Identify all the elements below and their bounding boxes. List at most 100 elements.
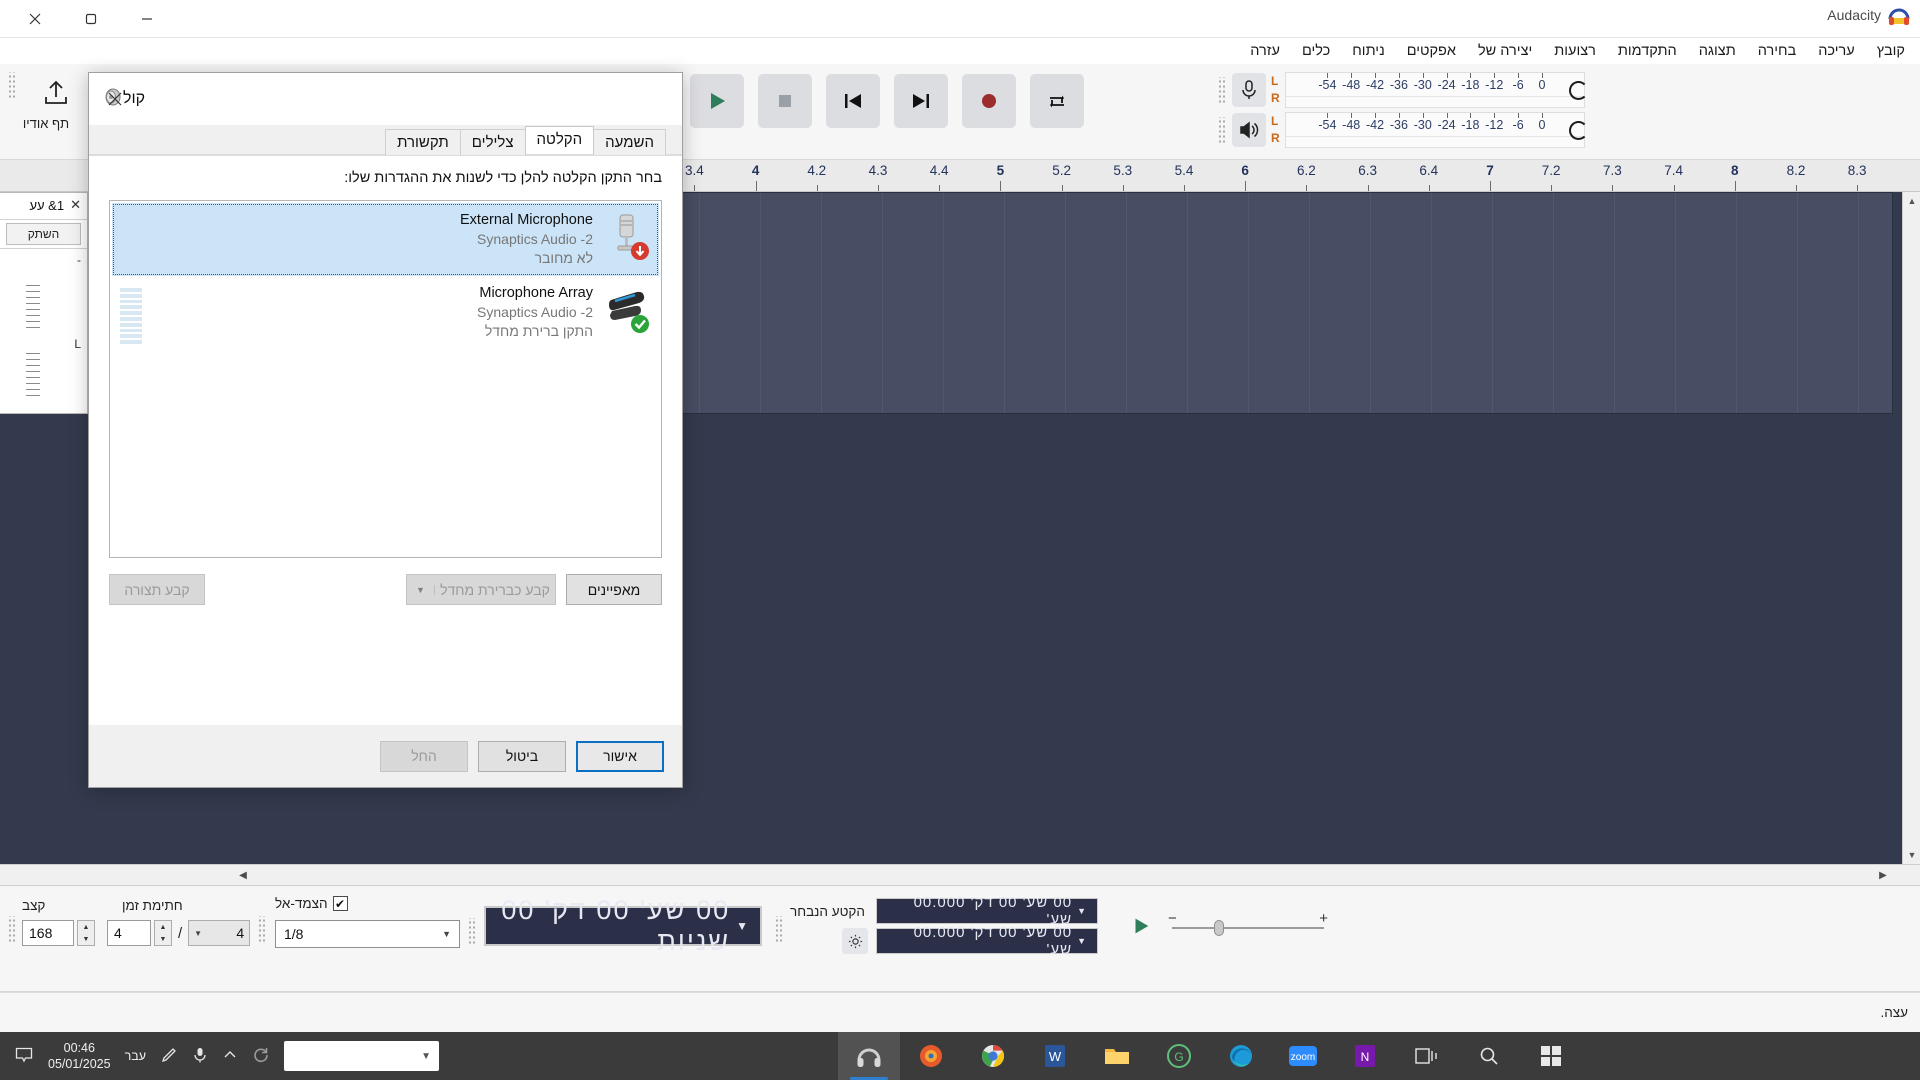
tab-playback[interactable]: השמעה [593,129,666,155]
device-level-meter [120,288,142,344]
device-prompt: בחר התקן הקלטה להלן כדי לשנות את ההגדרות… [344,170,662,186]
menu-tools[interactable]: כלים [1291,41,1341,61]
language-indicator[interactable]: עבר [125,1049,146,1063]
menu-edit[interactable]: עריכה [1807,41,1865,61]
taskbar-taskview[interactable] [1396,1032,1458,1080]
selection-start-display[interactable]: ▼ 00 שע' 00 דק' 00.000 שע' [876,894,1098,928]
time-signature-upper-stepper[interactable]: ▲ ▼ [154,920,172,946]
recording-device-list[interactable]: External Microphone Synaptics Audio -2 ל… [109,200,662,558]
device-list-item[interactable]: External Microphone Synaptics Audio -2 ל… [112,203,659,276]
loop-button[interactable] [1030,74,1084,128]
tab-recording[interactable]: הקלטה [524,126,595,154]
horizontal-scrollbar[interactable]: ◀ ▶ [0,864,1920,886]
taskbar-green-app[interactable]: G [1148,1032,1210,1080]
sound-dialog-close-button[interactable] [99,83,131,115]
selection-settings-button[interactable] [842,928,868,954]
stop-button[interactable] [758,74,812,128]
window-restore-button[interactable] [62,0,120,38]
play-at-speed-button[interactable] [1122,908,1160,944]
playback-meter-scale[interactable]: -54 -48 -42 -36 -30 -24 -18 -12 -6 0 [1284,112,1588,148]
playback-speed-thumb[interactable] [1214,920,1224,936]
tempo-input[interactable]: 168 [22,920,74,946]
recording-meter-knob[interactable] [1568,81,1588,100]
menu-view[interactable]: תצוגה [1688,41,1747,61]
pen-icon[interactable] [160,1046,178,1067]
properties-button[interactable]: מאפיינים [566,574,662,605]
audio-position-display[interactable]: ▼ 00 שע' 00 דק' 00 שניות [484,895,762,956]
scroll-left-icon[interactable]: ◀ [232,865,254,885]
taskbar-zoom[interactable]: zoom [1272,1032,1334,1080]
track-mute-button[interactable]: השתק [6,223,81,245]
snap-value-select[interactable]: 1/8 ▼ [275,920,460,948]
snap-value: 1/8 [284,926,304,942]
taskbar-clock[interactable]: 00:46 05/01/2025 [48,1040,111,1072]
notifications-icon[interactable] [14,1045,34,1068]
selection-toolbar-grip[interactable] [775,916,784,942]
scroll-right-icon[interactable]: ▶ [1872,865,1894,885]
taskbar-audacity[interactable] [838,1032,900,1080]
window-close-button[interactable] [6,0,64,38]
time-signature-upper-input[interactable]: 4 [107,920,151,946]
time-signature-lower-select[interactable]: ▼ 4 [188,920,251,946]
taskbar-onenote[interactable]: N [1334,1032,1396,1080]
menu-analyze[interactable]: ניתוח [1341,41,1395,61]
sound-dialog-footer: אישור ביטול החל [89,725,682,787]
window-minimize-button[interactable] [118,0,176,38]
recording-meter-scale[interactable]: -54 -48 -42 -36 -30 -24 -18 -12 -6 0 [1284,72,1588,108]
import-toolbar-grip[interactable] [8,72,17,98]
ruler-tick-label: 7.3 [1603,163,1622,178]
taskbar-search-box[interactable]: ▼ [284,1041,439,1071]
menu-generate[interactable]: יצירה של [1467,41,1543,61]
taskbar-edge[interactable] [1210,1032,1272,1080]
scroll-down-icon[interactable]: ▼ [1903,846,1920,864]
taskbar-explorer[interactable] [1086,1032,1148,1080]
taskbar-chrome[interactable] [962,1032,1024,1080]
menu-file[interactable]: קובץ [1866,41,1916,61]
playback-meter[interactable]: L R -54 -48 -42 -36 -30 -24 -18 -12 -6 0 [1218,112,1588,148]
tab-sounds[interactable]: צלילים [459,129,526,155]
playback-meter-grip[interactable] [1218,117,1227,143]
skip-to-end-button[interactable] [894,74,948,128]
show-hidden-icons-chevron-icon[interactable] [222,1049,238,1064]
playback-speed-slider[interactable]: − + [1168,910,1328,940]
vertical-scrollbar[interactable]: ▲ ▼ [1902,192,1920,864]
menu-transport[interactable]: התקדמות [1607,41,1688,61]
playback-meter-knob[interactable] [1568,121,1588,140]
meter-tick-label: -48 [1342,118,1361,132]
device-name: External Microphone [460,212,593,228]
tab-communications[interactable]: תקשורת [385,129,461,155]
recording-meter-grip[interactable] [1218,77,1227,103]
play-button[interactable] [690,74,744,128]
menu-select[interactable]: בחירה [1747,41,1808,61]
selection-end-display[interactable]: ▼ 00 שע' 00 דק' 00.000 שע' [876,924,1098,958]
menu-tracks[interactable]: רצועות [1543,41,1607,61]
refresh-icon[interactable] [252,1046,270,1067]
taskbar-firefox[interactable] [900,1032,962,1080]
recording-meter[interactable]: L R -54 -48 -42 -36 -30 -24 -18 -12 -6 0 [1218,72,1588,108]
ruler-tick-label: 6 [1241,163,1249,178]
snap-checkbox[interactable]: ✔ [332,896,348,911]
microphone-tray-icon[interactable] [192,1046,208,1067]
audio-position-grip[interactable] [468,918,477,944]
sound-dialog-body: בחר התקן הקלטה להלן כדי לשנות את ההגדרות… [89,155,682,755]
ruler-tick [1612,185,1614,191]
ruler-tick [1734,181,1736,191]
snap-toolbar-grip[interactable] [258,916,267,942]
device-list-item[interactable]: Microphone Array Synaptics Audio -2 התקן… [112,276,659,349]
sound-dialog[interactable]: קול השמעה הקלטה צלילים תקשורת בחר התקן ה… [88,72,683,788]
menu-help[interactable]: עזרה [1239,41,1291,61]
taskbar-start[interactable] [1520,1032,1582,1080]
taskbar-word[interactable]: W [1024,1032,1086,1080]
ok-button[interactable]: אישור [576,740,664,772]
time-signature-toolbar-grip[interactable] [8,916,17,942]
scroll-up-icon[interactable]: ▲ [1903,192,1920,210]
record-button[interactable] [962,74,1016,128]
taskbar-search[interactable] [1458,1032,1520,1080]
cancel-button[interactable]: ביטול [478,740,566,772]
track-header[interactable]: ✕ 1& עע השתק - L [0,192,88,414]
import-audio-button[interactable] [30,70,82,116]
skip-to-start-button[interactable] [826,74,880,128]
track-close-button[interactable]: ✕ [70,197,81,213]
menu-effects[interactable]: אפקטים [1396,41,1467,61]
tempo-stepper[interactable]: ▲ ▼ [77,920,95,946]
